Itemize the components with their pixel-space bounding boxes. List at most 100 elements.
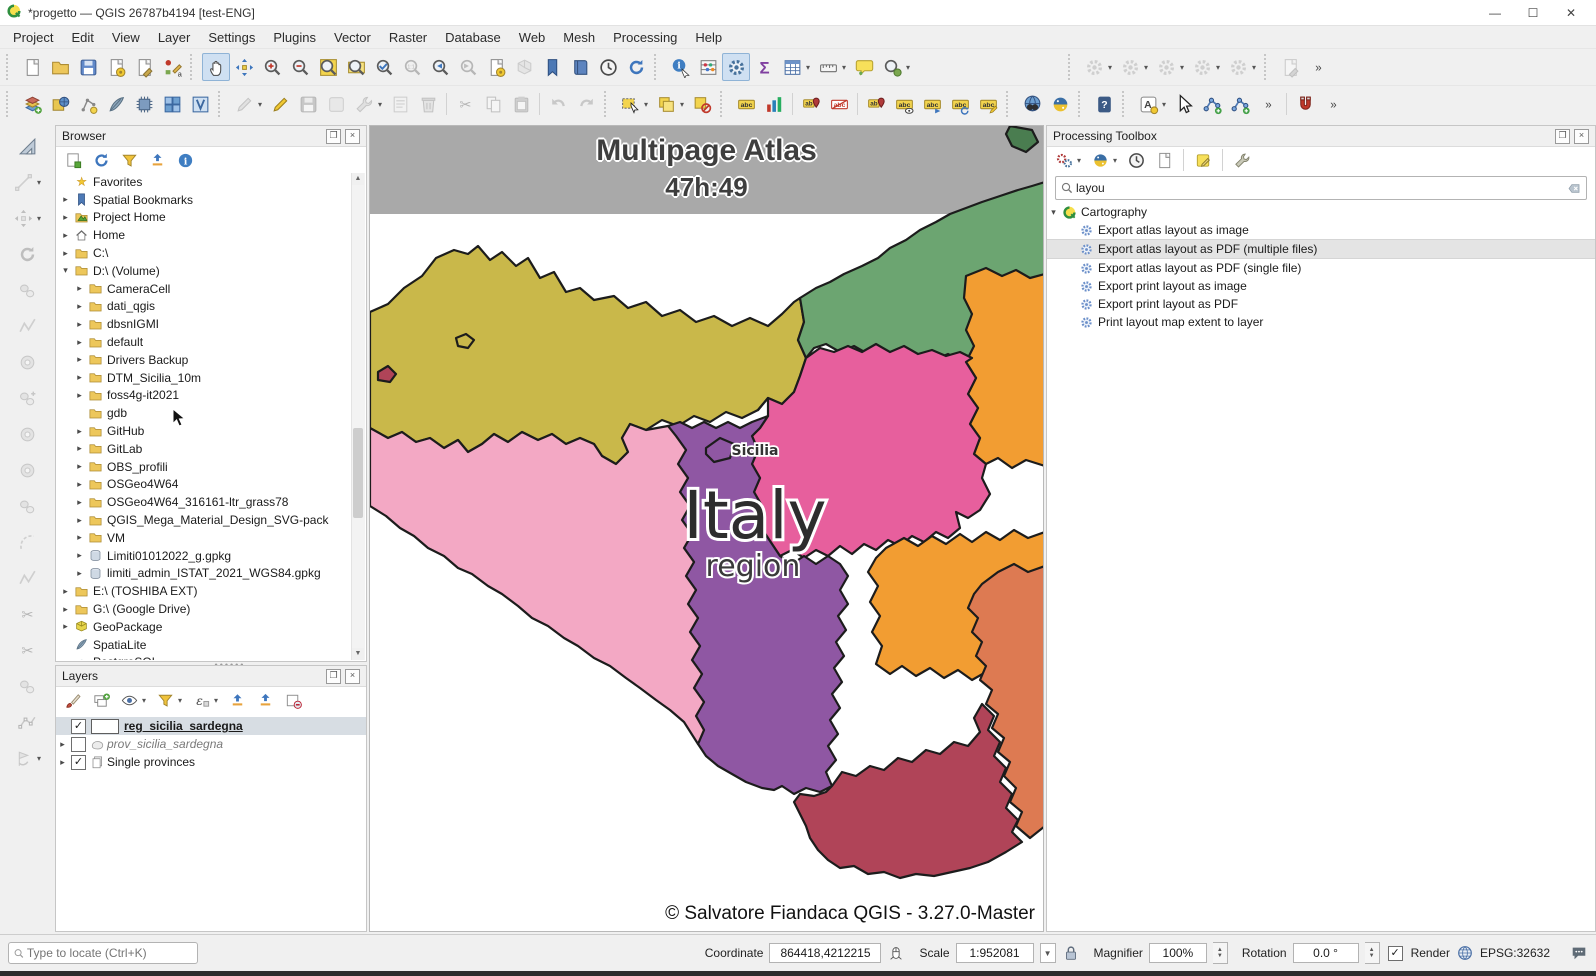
- menu-mesh[interactable]: Mesh: [554, 28, 604, 47]
- browser-item-cameracell[interactable]: ▸CameraCell: [57, 280, 352, 298]
- magnifier-spinner[interactable]: ▲▼: [1213, 942, 1228, 964]
- expander-icon[interactable]: ▸: [73, 461, 86, 472]
- browser-item-c[interactable]: ▸C:\: [57, 244, 352, 262]
- project-new-icon[interactable]: [18, 53, 46, 81]
- expander-icon[interactable]: ▸: [73, 354, 86, 365]
- map-canvas[interactable]: Sicilia Italy region Multipage Atlas 47h…: [369, 125, 1044, 932]
- datasource-manager-icon[interactable]: [18, 90, 46, 118]
- browser-refresh-icon[interactable]: [88, 147, 114, 173]
- browser-item-obs-profili[interactable]: ▸OBS_profili: [57, 458, 352, 476]
- menu-raster[interactable]: Raster: [380, 28, 436, 47]
- new-print-layout-icon[interactable]: [102, 53, 130, 81]
- add-mssql-layer-icon[interactable]: [130, 90, 158, 118]
- browser-item-foss4g-it2021[interactable]: ▸foss4g-it2021: [57, 387, 352, 405]
- layer-item-prov-sicilia-sardegna[interactable]: ▸prov_sicilia_sardegna: [56, 735, 366, 753]
- filter-by-expression-icon[interactable]: ε: [188, 687, 214, 713]
- processing-close-button[interactable]: ×: [1574, 129, 1589, 144]
- browser-properties-icon[interactable]: i: [172, 147, 198, 173]
- algorithm-export-atlas-layout-as-pdf-single-file[interactable]: Export atlas layout as PDF (single file): [1047, 259, 1595, 277]
- project-save-icon[interactable]: [74, 53, 102, 81]
- select-features-dropdown-icon[interactable]: ▾: [644, 100, 652, 109]
- filter-legend-icon[interactable]: [152, 687, 178, 713]
- processing-float-button[interactable]: ❐: [1555, 129, 1570, 144]
- coordinate-value[interactable]: 864418,4212215: [769, 943, 881, 963]
- show-layout-manager-icon[interactable]: [130, 53, 158, 81]
- browser-item-gdb[interactable]: gdb: [57, 404, 352, 422]
- identify-features-icon[interactable]: i: [666, 53, 694, 81]
- expander-icon[interactable]: ▸: [73, 337, 86, 348]
- layer-item-single-provinces[interactable]: ▸✓Single provinces: [56, 753, 366, 771]
- maximize-button[interactable]: ☐: [1514, 1, 1552, 25]
- processing-search-input[interactable]: [1074, 180, 1567, 196]
- browser-close-button[interactable]: ×: [345, 129, 360, 144]
- project-open-icon[interactable]: [46, 53, 74, 81]
- processing-toolbox-toggle-icon[interactable]: [722, 53, 750, 81]
- pan-to-selection-icon[interactable]: [230, 53, 258, 81]
- open-layer-styling-icon[interactable]: [60, 687, 86, 713]
- move-label-icon[interactable]: abc: [918, 90, 946, 118]
- select-by-value-dropdown-icon[interactable]: ▾: [680, 100, 688, 109]
- browser-scrollbar[interactable]: ▲ ▼: [351, 173, 365, 660]
- map-tips-icon[interactable]: [850, 53, 878, 81]
- processing-options-gears-icon[interactable]: [1051, 147, 1077, 173]
- browser-item-drivers-backup[interactable]: ▸Drivers Backup: [57, 351, 352, 369]
- add-postgis-layer-icon[interactable]: [158, 90, 186, 118]
- expander-icon[interactable]: ▸: [73, 497, 86, 508]
- toolbar-overflow-icon[interactable]: »: [1304, 53, 1332, 81]
- zoom-in-icon[interactable]: [258, 53, 286, 81]
- processing-settings-icon[interactable]: [1229, 147, 1255, 173]
- lock-scale-icon[interactable]: [1062, 944, 1080, 962]
- browser-item-osgeo4w64[interactable]: ▸OSGeo4W64: [57, 476, 352, 494]
- annotation-tools-icon[interactable]: A: [1134, 90, 1162, 118]
- filter-by-expression-dropdown-icon[interactable]: ▾: [214, 696, 222, 705]
- rotation-value[interactable]: 0.0 °: [1293, 943, 1359, 963]
- help-contents-icon[interactable]: ?: [1090, 90, 1118, 118]
- filter-legend-dropdown-icon[interactable]: ▾: [178, 696, 186, 705]
- browser-item-vm[interactable]: ▸VM: [57, 529, 352, 547]
- browser-item-limiti01012022-g-gpkg[interactable]: ▸Limiti01012022_g.gpkg: [57, 547, 352, 565]
- expander-icon[interactable]: ▸: [59, 212, 72, 223]
- layer-diagram-icon[interactable]: [760, 90, 788, 118]
- menu-processing[interactable]: Processing: [604, 28, 686, 47]
- zoom-out-icon[interactable]: [286, 53, 314, 81]
- algorithm-export-atlas-layout-as-pdf-multiple-files[interactable]: Export atlas layout as PDF (multiple fil…: [1047, 239, 1595, 259]
- row-overflow-2-icon[interactable]: »: [1319, 90, 1347, 118]
- menu-view[interactable]: View: [103, 28, 149, 47]
- browser-item-home[interactable]: ▸Home: [57, 226, 352, 244]
- browser-item-g-google-drive[interactable]: ▸G:\ (Google Drive): [57, 600, 352, 618]
- expander-icon[interactable]: ▸: [59, 248, 72, 259]
- browser-item-gitlab[interactable]: ▸GitLab: [57, 440, 352, 458]
- row-overflow-icon[interactable]: »: [1254, 90, 1282, 118]
- measure-line-icon[interactable]: [814, 53, 842, 81]
- expander-icon[interactable]: ▸: [73, 390, 86, 401]
- deselect-all-icon[interactable]: [688, 90, 716, 118]
- expander-icon[interactable]: ▸: [59, 586, 72, 597]
- add-vector-layer-icon[interactable]: [74, 90, 102, 118]
- algorithm-export-atlas-layout-as-image[interactable]: Export atlas layout as image: [1047, 221, 1595, 239]
- expander-icon[interactable]: ▸: [73, 301, 86, 312]
- browser-item-limiti-admin-istat-2021-wgs84-gpkg[interactable]: ▸limiti_admin_ISTAT_2021_WGS84.gpkg: [57, 565, 352, 583]
- layers-float-button[interactable]: ❐: [326, 669, 341, 684]
- add-group-icon[interactable]: [88, 687, 114, 713]
- layers-close-button[interactable]: ×: [345, 669, 360, 684]
- show-hidden-labels-icon[interactable]: abc: [890, 90, 918, 118]
- stream-digitize-icon[interactable]: [1226, 90, 1254, 118]
- manage-map-themes-dropdown-icon[interactable]: ▾: [142, 696, 150, 705]
- browser-item-dbsnigmi[interactable]: ▸dbsnIGMI: [57, 315, 352, 333]
- extents-toggle-icon[interactable]: [887, 944, 905, 962]
- browser-item-default[interactable]: ▸default: [57, 333, 352, 351]
- menu-plugins[interactable]: Plugins: [264, 28, 325, 47]
- expander-icon[interactable]: ▾: [59, 265, 72, 276]
- highlight-pinned-labels-icon[interactable]: ab: [862, 90, 890, 118]
- browser-item-osgeo4w64-316161-ltr-grass78[interactable]: ▸OSGeo4W64_316161-ltr_grass78: [57, 493, 352, 511]
- collapse-all-layers-icon[interactable]: [252, 687, 278, 713]
- menu-project[interactable]: Project: [4, 28, 62, 47]
- add-selected-layers-icon[interactable]: [60, 147, 86, 173]
- scroll-thumb[interactable]: [353, 428, 363, 518]
- browser-item-e-toshiba-ext[interactable]: ▸E:\ (TOSHIBA EXT): [57, 582, 352, 600]
- minimize-button[interactable]: —: [1476, 1, 1514, 25]
- expander-icon[interactable]: ▸: [73, 426, 86, 437]
- scale-combo[interactable]: 1:952081: [956, 943, 1034, 963]
- crs-value[interactable]: EPSG:32632: [1480, 946, 1550, 960]
- processing-python-dropdown-icon[interactable]: ▾: [1113, 156, 1121, 165]
